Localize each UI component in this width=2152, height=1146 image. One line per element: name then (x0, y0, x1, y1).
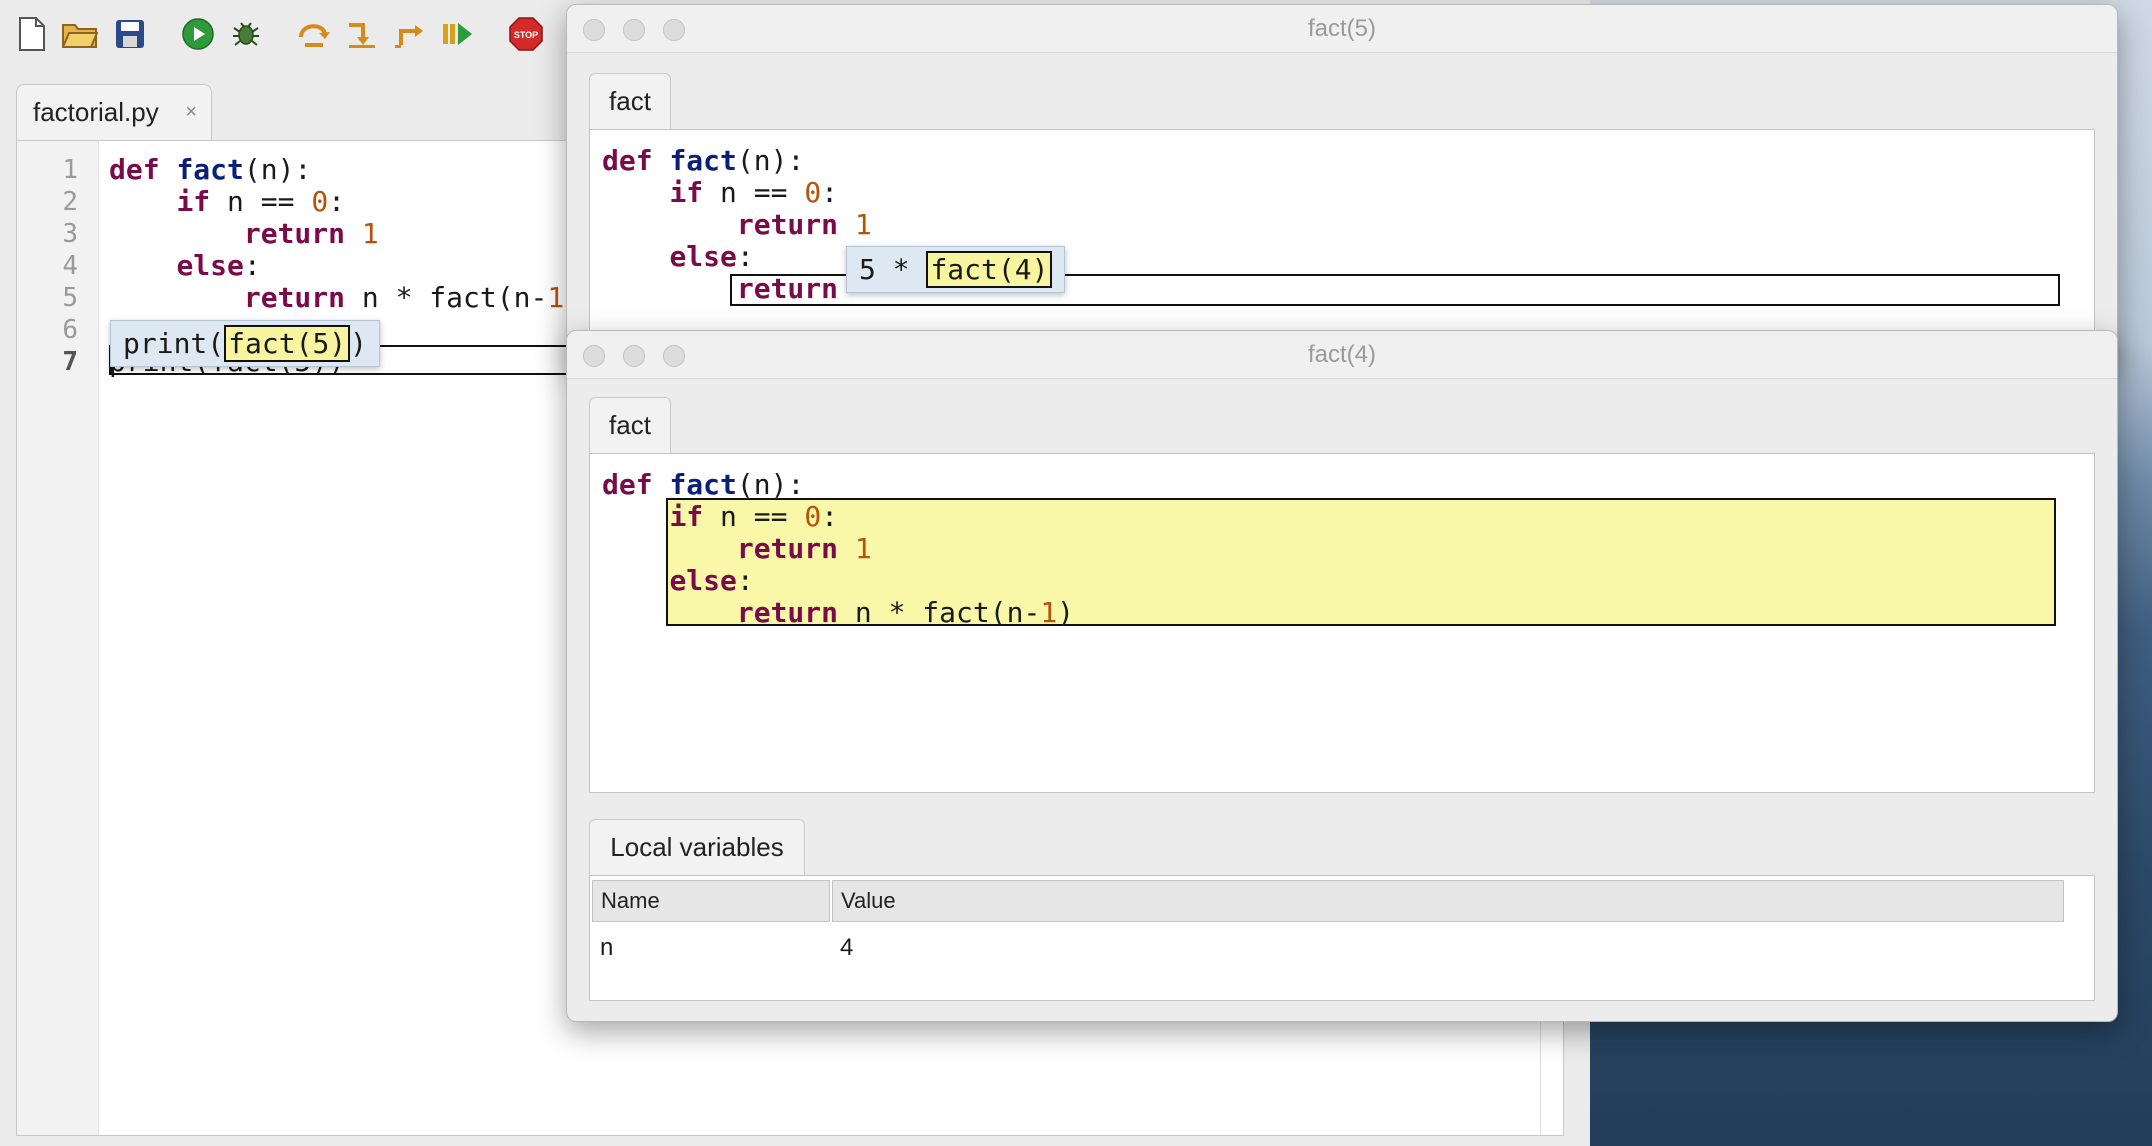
window-title: fact(5) (1307, 15, 1376, 42)
frame-code-line-4: else: (669, 564, 754, 597)
variable-name: n (600, 934, 614, 961)
debug-icon[interactable] (226, 14, 266, 54)
frame-code-line-1: def fact(n): (602, 144, 805, 177)
tab-local-variables[interactable]: Local variables (589, 819, 805, 875)
line-number: 1 (62, 155, 78, 185)
stop-icon-label: STOP (514, 30, 538, 40)
frame-code-line-1: def fact(n): (602, 468, 805, 501)
popup-highlight: fact(4) (926, 251, 1053, 288)
frame-code-view: def fact(n): if n == 0: return 1 else: r… (589, 129, 2095, 363)
popup-suffix: ) (350, 327, 368, 360)
local-variables-table: Name Value n 4 (589, 875, 2095, 1001)
save-icon[interactable] (110, 14, 150, 54)
line-number-gutter: 1 2 3 4 5 6 7 (17, 141, 99, 1135)
line-number: 7 (62, 347, 78, 377)
evaluation-popup-main: print(fact(5)) (110, 320, 381, 367)
tab-factorial-py[interactable]: factorial.py × (16, 84, 212, 140)
tab-fact[interactable]: fact (589, 397, 671, 453)
line-number: 6 (62, 315, 78, 345)
toolbar: STOP (0, 0, 600, 70)
stop-icon[interactable]: STOP (506, 14, 546, 54)
tab-label: factorial.py (33, 97, 159, 127)
frame-code-line-5: return n * fact(n-1) (736, 596, 1075, 629)
code-line-2: if n == 0: (176, 185, 346, 218)
column-header-name[interactable]: Name (592, 880, 830, 922)
frame-code-line-4: else: (669, 240, 754, 273)
titlebar: fact(5) (567, 5, 2117, 53)
frame-code-line-2: if n == 0: (669, 500, 839, 533)
frame-code-view: def fact(n): if n == 0: return 1 else: r… (589, 453, 2095, 793)
line-number: 4 (62, 251, 78, 281)
window-title: fact(4) (1307, 341, 1376, 368)
code-line-4: else: (176, 249, 261, 282)
frame-window-fact5: fact(5) fact def fact(n): if n == 0: ret… (566, 4, 2118, 364)
evaluation-popup-fact5: 5 * fact(4) (846, 246, 1066, 293)
frame-code-line-2: if n == 0: (669, 176, 839, 209)
variable-value: 4 (840, 934, 854, 961)
code-line-5: return n * fact(n-1) (243, 281, 581, 314)
new-file-icon[interactable] (12, 14, 52, 54)
resume-icon[interactable] (438, 14, 478, 54)
titlebar: fact(4) (567, 331, 2117, 379)
tab-close-icon[interactable]: × (185, 101, 197, 124)
popup-highlight: fact(5) (224, 325, 351, 362)
line-number: 3 (62, 219, 78, 249)
code-line-1: def fact(n): (109, 153, 312, 186)
step-out-icon[interactable] (390, 14, 430, 54)
frame-window-fact4: fact(4) fact def fact(n): if n == 0: ret… (566, 330, 2118, 1022)
tab-fact[interactable]: fact (589, 73, 671, 129)
column-header-value[interactable]: Value (832, 880, 2064, 922)
line-number: 5 (62, 283, 78, 313)
line-number: 2 (62, 187, 78, 217)
popup-prefix: 5 * (859, 253, 927, 286)
popup-prefix: print( (123, 327, 225, 360)
code-line-3: return 1 (243, 217, 379, 250)
frame-code-line-3: return 1 (736, 532, 872, 565)
open-folder-icon[interactable] (60, 14, 100, 54)
frame-code-line-3: return 1 (736, 208, 872, 241)
run-icon[interactable] (178, 14, 218, 54)
step-over-icon[interactable] (294, 14, 334, 54)
step-into-icon[interactable] (342, 14, 382, 54)
